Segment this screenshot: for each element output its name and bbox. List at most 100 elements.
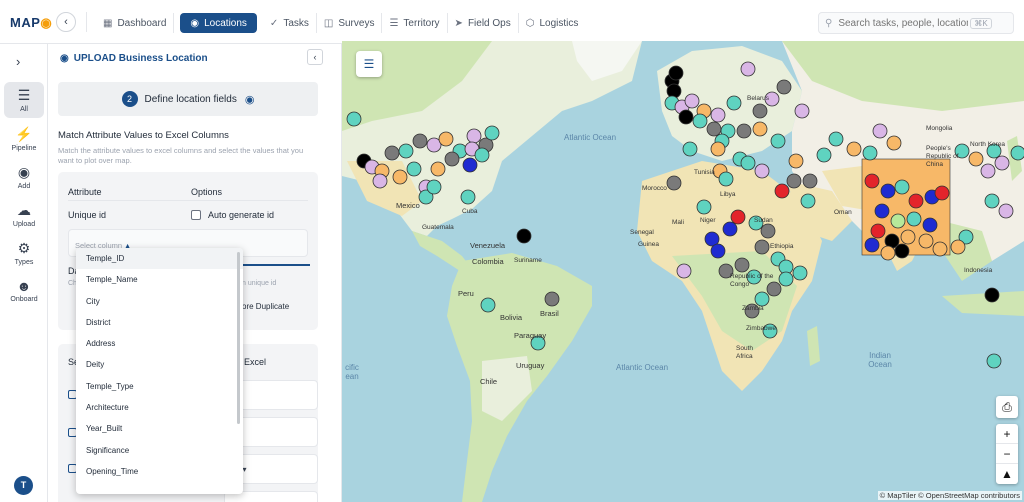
map-marker[interactable] xyxy=(682,141,698,157)
map-marker[interactable] xyxy=(740,61,756,77)
map-marker[interactable] xyxy=(438,131,454,147)
map-marker[interactable] xyxy=(740,155,756,171)
map-marker[interactable] xyxy=(774,183,790,199)
map-marker[interactable] xyxy=(994,155,1010,171)
map-marker[interactable] xyxy=(890,213,906,229)
map-marker[interactable] xyxy=(880,183,896,199)
map-marker[interactable] xyxy=(792,265,808,281)
map-marker[interactable] xyxy=(372,173,388,189)
map-marker[interactable] xyxy=(934,185,950,201)
rail-item-onboard[interactable]: ☻ Onboard xyxy=(4,278,44,303)
map-marker[interactable] xyxy=(346,111,362,127)
map-marker[interactable] xyxy=(480,297,496,313)
map-marker[interactable] xyxy=(906,211,922,227)
map-marker[interactable] xyxy=(460,189,476,205)
map-marker[interactable] xyxy=(894,243,910,259)
map-marker[interactable] xyxy=(862,145,878,161)
map-marker[interactable] xyxy=(684,93,700,109)
dropdown-option[interactable]: Opening_Time xyxy=(76,461,243,482)
dropdown-option[interactable]: District xyxy=(76,312,243,333)
nav-tasks[interactable]: ✓ Tasks xyxy=(263,13,317,33)
auto-generate-checkbox[interactable] xyxy=(191,210,201,220)
map-marker[interactable] xyxy=(984,193,1000,209)
map-marker[interactable] xyxy=(676,263,692,279)
map-marker[interactable] xyxy=(430,161,446,177)
map-marker[interactable] xyxy=(710,243,726,259)
map-marker[interactable] xyxy=(412,133,428,149)
map-marker[interactable] xyxy=(666,175,682,191)
map-marker[interactable] xyxy=(384,145,400,161)
dropdown-option[interactable]: Deity xyxy=(76,354,243,375)
map-canvas[interactable]: Mexico Cuba Guatemala Venezuela Colombia… xyxy=(342,41,1024,502)
map-marker[interactable] xyxy=(462,157,478,173)
map-marker[interactable] xyxy=(788,153,804,169)
map-marker[interactable] xyxy=(786,173,802,189)
nav-logistics[interactable]: ⬡ Logistics xyxy=(519,13,586,33)
map-marker[interactable] xyxy=(692,113,708,129)
map-marker[interactable] xyxy=(984,287,1000,303)
nav-surveys[interactable]: ◫ Surveys xyxy=(317,13,383,33)
map-marker[interactable] xyxy=(770,133,786,149)
app-logo[interactable]: MAP◉ xyxy=(10,15,52,31)
dropdown-option[interactable]: Temple_ID xyxy=(76,248,243,270)
map-marker[interactable] xyxy=(776,79,792,95)
rail-item-add[interactable]: ◉ Add xyxy=(4,164,44,190)
zoom-out-button[interactable]: − xyxy=(996,444,1018,464)
map-marker[interactable] xyxy=(426,179,442,195)
user-avatar[interactable]: T xyxy=(14,476,33,495)
map-marker[interactable] xyxy=(872,123,888,139)
rail-item-types[interactable]: ⚙ Types xyxy=(4,240,44,266)
map-marker[interactable] xyxy=(800,193,816,209)
zoom-in-button[interactable]: + xyxy=(996,424,1018,444)
map-marker[interactable] xyxy=(754,291,770,307)
map-marker[interactable] xyxy=(886,135,902,151)
map-marker[interactable] xyxy=(894,179,910,195)
eye-icon[interactable]: ◉ xyxy=(245,93,255,106)
map-marker[interactable] xyxy=(870,223,886,239)
map-marker[interactable] xyxy=(816,147,832,163)
dropdown-option[interactable]: Temple_Name xyxy=(76,269,243,290)
map-marker[interactable] xyxy=(726,95,742,111)
back-button[interactable]: ‹ xyxy=(56,12,76,32)
map-marker[interactable] xyxy=(874,203,890,219)
map-marker[interactable] xyxy=(922,217,938,233)
map-marker[interactable] xyxy=(754,239,770,255)
map-marker[interactable] xyxy=(678,109,694,125)
map-marker[interactable] xyxy=(918,233,934,249)
map-marker[interactable] xyxy=(734,257,750,273)
map-marker[interactable] xyxy=(392,169,408,185)
nav-locations[interactable]: ◉ Locations xyxy=(180,13,257,33)
map-marker[interactable] xyxy=(718,171,734,187)
map-marker[interactable] xyxy=(932,241,948,257)
print-button[interactable]: ⎙ xyxy=(996,396,1018,418)
rail-item-all[interactable]: ☰ All xyxy=(4,82,44,118)
collapse-panel-button[interactable]: ‹ xyxy=(307,49,323,65)
map-marker[interactable] xyxy=(752,121,768,137)
expand-rail-button[interactable]: › xyxy=(16,54,20,69)
map-marker[interactable] xyxy=(484,125,500,141)
map-marker[interactable] xyxy=(998,203,1014,219)
map-marker[interactable] xyxy=(760,223,776,239)
map-marker[interactable] xyxy=(406,161,422,177)
map-marker[interactable] xyxy=(710,107,726,123)
map-marker[interactable] xyxy=(1010,145,1024,161)
map-marker[interactable] xyxy=(696,199,712,215)
layers-button[interactable]: ☰ xyxy=(356,51,382,77)
nav-territory[interactable]: ☰ Territory xyxy=(382,13,448,33)
dropdown-option[interactable]: Address xyxy=(76,333,243,354)
map-marker[interactable] xyxy=(516,228,532,244)
map-marker[interactable] xyxy=(730,209,746,225)
dropdown-option[interactable]: Temple_Type xyxy=(76,376,243,397)
map-marker[interactable] xyxy=(880,245,896,261)
map-marker[interactable] xyxy=(706,121,722,137)
dropdown-scrollbar[interactable] xyxy=(237,252,240,424)
map-marker[interactable] xyxy=(778,271,794,287)
map-marker[interactable] xyxy=(802,173,818,189)
map-marker[interactable] xyxy=(668,65,684,81)
map-marker[interactable] xyxy=(794,103,810,119)
dropdown-option[interactable]: Significance xyxy=(76,440,243,461)
compass-button[interactable]: ▲ xyxy=(996,464,1018,484)
nav-dashboard[interactable]: ▦ Dashboard xyxy=(96,13,175,33)
map-marker[interactable] xyxy=(846,141,862,157)
map-marker[interactable] xyxy=(864,173,880,189)
